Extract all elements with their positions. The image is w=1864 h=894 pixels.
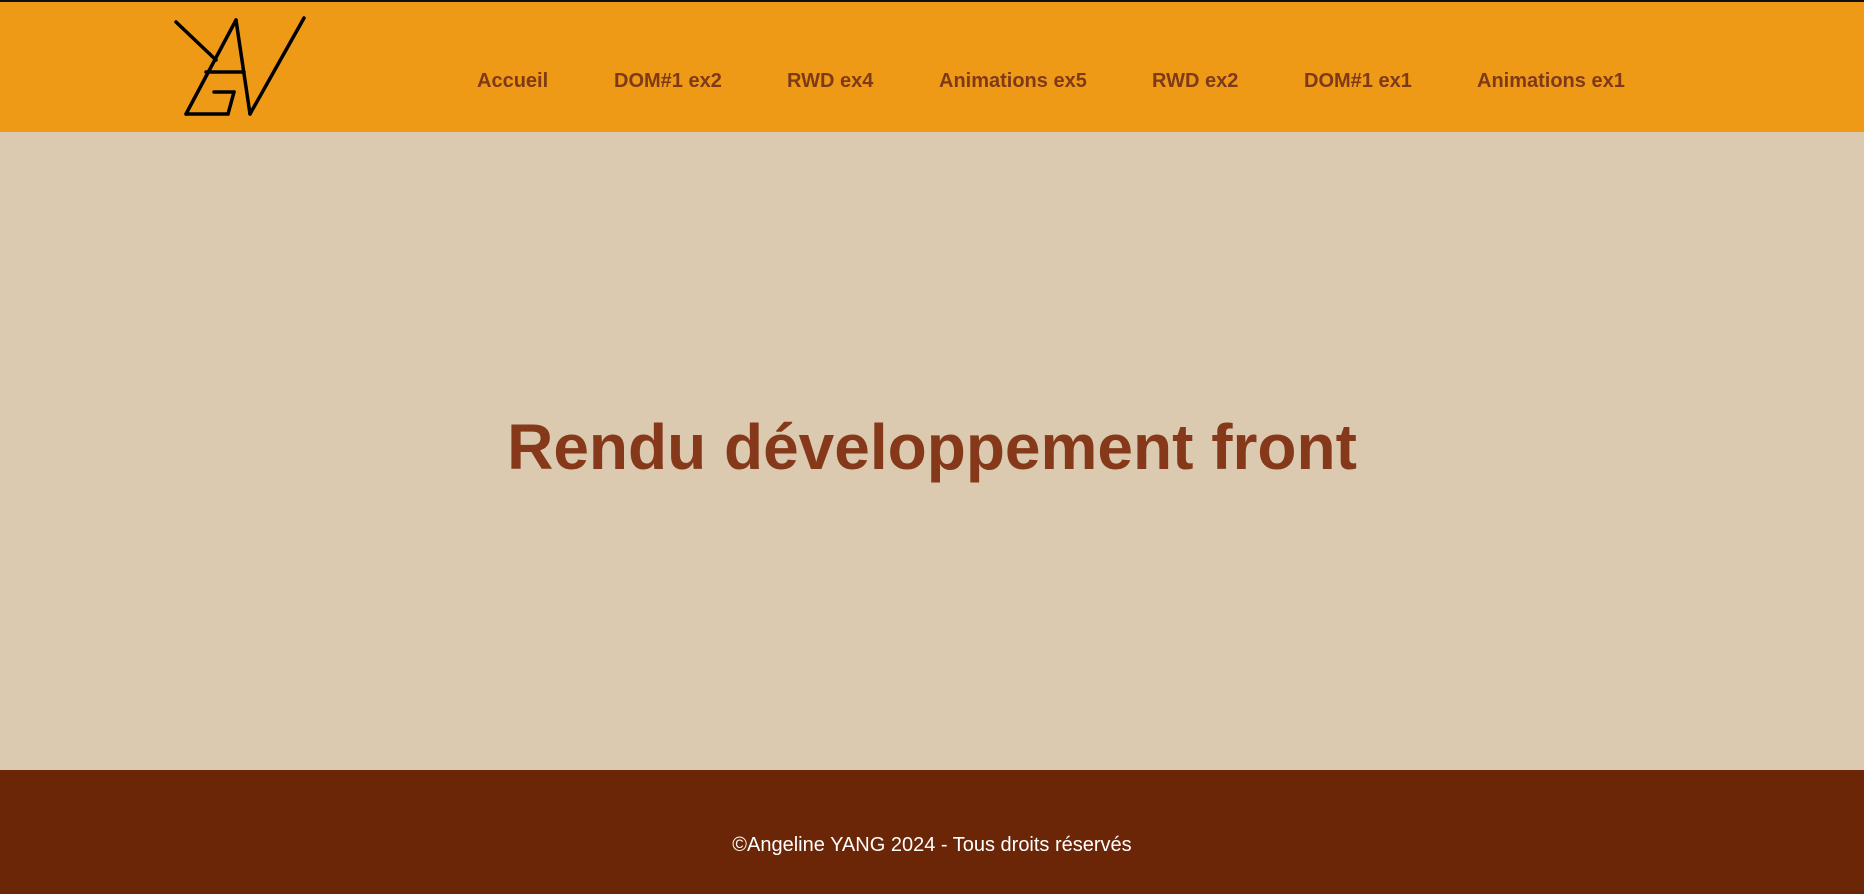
main-nav: Accueil DOM#1 ex2 RWD ex4 Animations ex5… (0, 2, 1864, 132)
nav-item-rwd-ex2[interactable]: RWD ex2 (1152, 70, 1238, 93)
main-content: Rendu développement front (0, 132, 1864, 770)
nav-item-rwd-ex4[interactable]: RWD ex4 (787, 70, 873, 93)
site-footer: ©Angeline YANG 2024 - Tous droits réserv… (0, 770, 1864, 894)
nav-item-accueil[interactable]: Accueil (477, 70, 548, 93)
copyright-text: ©Angeline YANG 2024 - Tous droits réserv… (732, 834, 1132, 856)
nav-item-dom1-ex1[interactable]: DOM#1 ex1 (1304, 70, 1412, 93)
nav-item-animations-ex5[interactable]: Animations ex5 (939, 70, 1087, 93)
nav-item-animations-ex1[interactable]: Animations ex1 (1477, 70, 1625, 93)
nav-item-dom1-ex2[interactable]: DOM#1 ex2 (614, 70, 722, 93)
site-header: Accueil DOM#1 ex2 RWD ex4 Animations ex5… (0, 2, 1864, 132)
page-title: Rendu développement front (507, 411, 1357, 483)
